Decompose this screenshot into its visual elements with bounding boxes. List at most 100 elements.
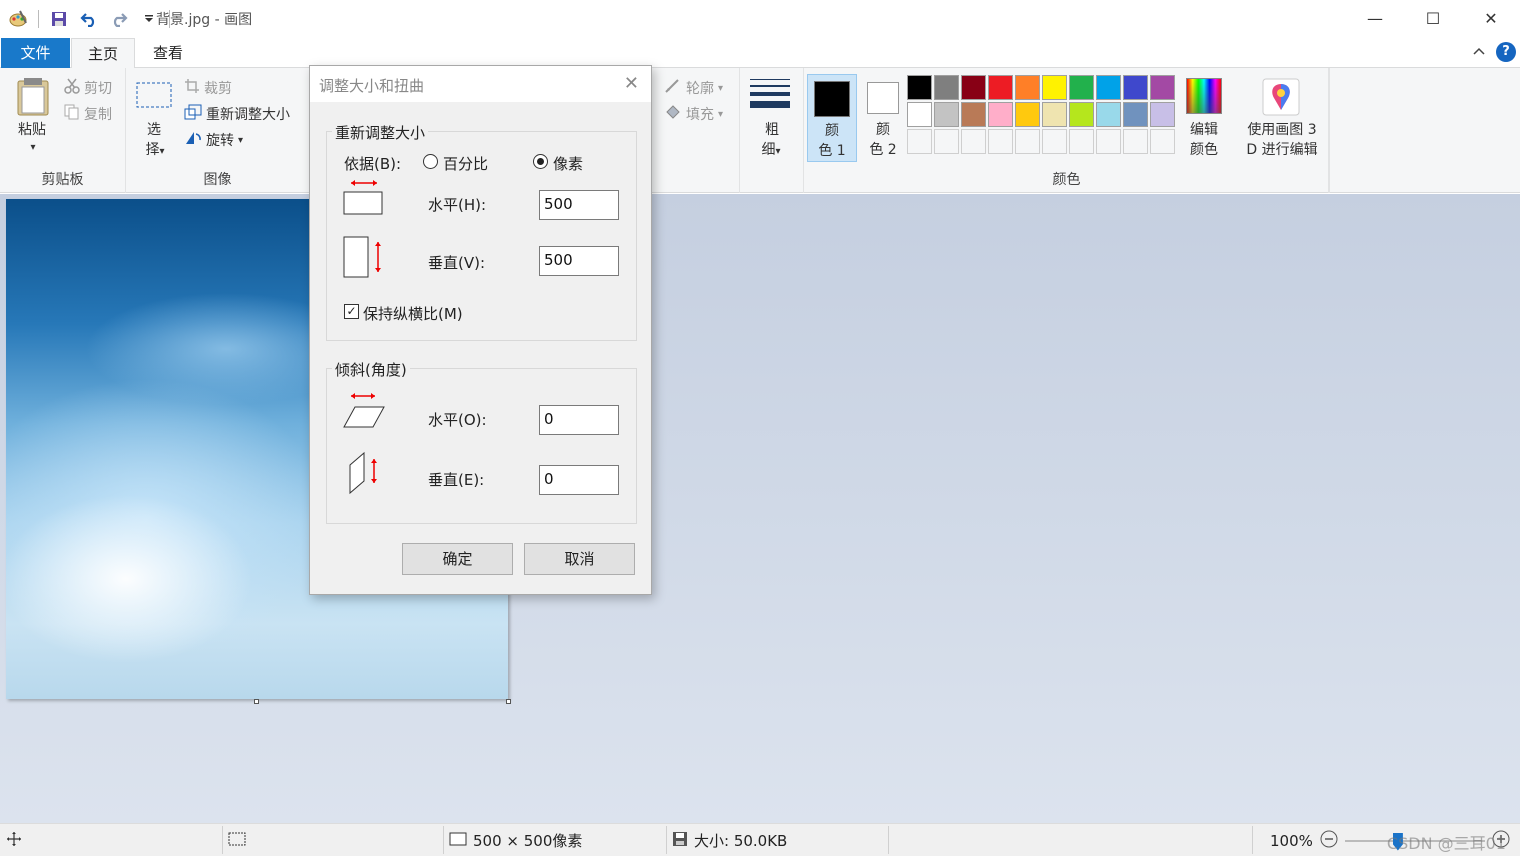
ok-button[interactable]: 确定 [402, 543, 513, 575]
cut-button[interactable]: 剪切 [64, 78, 112, 98]
resize-handle-corner[interactable] [506, 699, 511, 704]
help-button[interactable]: ? [1496, 42, 1516, 62]
pixels-label[interactable]: 像素 [553, 153, 583, 174]
group-size: 粗 细▾ [740, 68, 804, 193]
redo-icon[interactable] [109, 9, 129, 29]
palette-swatch[interactable] [1123, 75, 1148, 100]
size-label-2: 细 [761, 142, 776, 158]
copy-button[interactable]: 复制 [64, 104, 112, 124]
select-icon[interactable] [136, 82, 172, 114]
custom-color-slot[interactable] [907, 129, 932, 154]
crop-button[interactable]: 裁剪 [184, 78, 232, 98]
crop-label: 裁剪 [204, 81, 232, 97]
percent-label[interactable]: 百分比 [443, 153, 488, 174]
palette-swatch[interactable] [1150, 75, 1175, 100]
custom-color-slot[interactable] [1042, 129, 1067, 154]
palette-swatch[interactable] [1150, 102, 1175, 127]
cursor-position [6, 824, 22, 856]
zoom-out-icon[interactable] [1319, 829, 1339, 853]
horizontal-size-input[interactable]: 500 [539, 190, 619, 220]
palette-swatch[interactable] [1123, 102, 1148, 127]
size-dropdown[interactable]: 细▾ [756, 140, 786, 162]
color2-button[interactable]: 颜 色 2 [859, 74, 909, 162]
keep-ratio-label[interactable]: 保持纵横比(M) [363, 303, 463, 324]
palette-swatch[interactable] [961, 102, 986, 127]
group-paint3d: 使用画图 3 D 进行编辑 [1230, 68, 1330, 193]
resize-label: 重新调整大小 [206, 107, 290, 123]
palette-swatch[interactable] [934, 102, 959, 127]
group-label-image: 图像 [203, 172, 232, 188]
tab-file[interactable]: 文件 [1, 38, 70, 68]
paint3d-button[interactable]: 使用画图 3 D 进行编辑 [1230, 74, 1330, 164]
minimize-button[interactable]: — [1346, 0, 1404, 36]
resize-vertical-icon [343, 236, 385, 284]
tab-view[interactable]: 查看 [136, 38, 200, 68]
pixels-radio[interactable] [533, 154, 548, 169]
palette-swatch[interactable] [1042, 75, 1067, 100]
maximize-button[interactable]: ☐ [1404, 0, 1462, 36]
keep-ratio-checkbox[interactable]: ✓ [344, 304, 359, 319]
custom-color-slot[interactable] [1096, 129, 1121, 154]
divider [38, 10, 39, 28]
title-bar: 背景.jpg - 画图 — ☐ ✕ [0, 0, 1520, 38]
custom-color-slot[interactable] [934, 129, 959, 154]
fill-button[interactable]: 填充 ▾ [664, 104, 723, 124]
outline-button[interactable]: 轮廓 ▾ [664, 78, 723, 98]
palette-swatch[interactable] [961, 75, 986, 100]
vertical-size-input[interactable]: 500 [539, 246, 619, 276]
percent-radio[interactable] [423, 154, 438, 169]
palette-swatch[interactable] [1015, 75, 1040, 100]
paste-button[interactable]: 粘贴 [14, 120, 50, 140]
palette-swatch[interactable] [1015, 102, 1040, 127]
resize-handle-bottom[interactable] [254, 699, 259, 704]
resize-button[interactable]: 重新调整大小 [184, 104, 290, 124]
color1-button[interactable]: 颜 色 1 [807, 74, 857, 162]
paint-app-icon[interactable] [8, 9, 28, 29]
cancel-button[interactable]: 取消 [524, 543, 635, 575]
rotate-button[interactable]: 旋转 ▾ [184, 130, 243, 150]
palette-swatch[interactable] [1042, 102, 1067, 127]
select-button[interactable]: 选 [144, 120, 164, 140]
vertical-label: 垂直(V): [428, 254, 486, 272]
canvas-area[interactable] [0, 194, 1520, 823]
dialog-close-button[interactable]: ✕ [624, 73, 639, 94]
palette-swatch[interactable] [907, 75, 932, 100]
undo-icon[interactable] [79, 9, 99, 29]
palette-swatch[interactable] [1096, 102, 1121, 127]
tab-home[interactable]: 主页 [71, 38, 135, 69]
palette-swatch[interactable] [988, 75, 1013, 100]
custom-color-slot[interactable] [1150, 129, 1175, 154]
custom-color-slot[interactable] [1015, 129, 1040, 154]
palette-swatch[interactable] [988, 102, 1013, 127]
palette-swatch[interactable] [907, 102, 932, 127]
divider [888, 826, 889, 854]
palette-swatch[interactable] [934, 75, 959, 100]
custom-color-slot[interactable] [988, 129, 1013, 154]
horizontal-label: 水平(H): [428, 196, 487, 214]
paste-dropdown-icon[interactable]: ▾ [26, 138, 40, 158]
palette-swatch[interactable] [1096, 75, 1121, 100]
watermark: CSDN @三耳01 [1386, 834, 1506, 853]
custom-color-slot[interactable] [961, 129, 986, 154]
paint3d-icon [1262, 78, 1300, 120]
palette-swatch[interactable] [1069, 102, 1094, 127]
status-bar: 500 × 500像素 大小: 50.0KB 100% CSDN @三耳01 [0, 823, 1520, 856]
edit-colors-button[interactable]: 编辑 颜色 [1180, 74, 1228, 164]
rotate-label: 旋转 [206, 133, 234, 149]
skew-horizontal-input[interactable]: 0 [539, 405, 619, 435]
save-icon[interactable] [49, 9, 69, 29]
file-size: 大小: 50.0KB [672, 824, 787, 856]
close-button[interactable]: ✕ [1462, 0, 1520, 36]
paste-icon[interactable] [16, 76, 50, 120]
divider [222, 826, 223, 854]
custom-color-slot[interactable] [1123, 129, 1148, 154]
chevron-down-icon: ▾ [718, 82, 724, 94]
palette-swatch[interactable] [1069, 75, 1094, 100]
line-size-icon[interactable] [750, 78, 790, 114]
custom-color-slot[interactable] [1069, 129, 1094, 154]
skew-vertical-input[interactable]: 0 [539, 465, 619, 495]
select-dropdown[interactable]: 择▾ [140, 140, 170, 162]
collapse-ribbon-icon[interactable] [1472, 44, 1486, 60]
scissors-icon [64, 78, 80, 98]
size-label-1[interactable]: 粗 [762, 120, 782, 140]
